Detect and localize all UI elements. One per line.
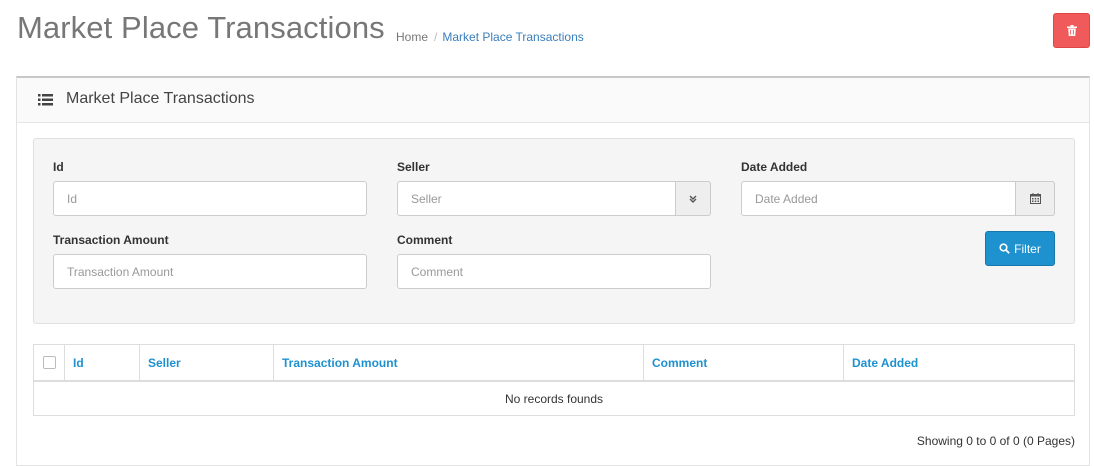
select-all-checkbox[interactable] (42, 356, 56, 369)
breadcrumb-home-link[interactable]: Home (396, 30, 428, 44)
date-added-placeholder: Date Added (755, 191, 818, 206)
comment-label: Comment (397, 233, 453, 247)
breadcrumb-separator: / (434, 30, 438, 44)
calendar-button[interactable] (1015, 181, 1055, 216)
transactions-panel: Market Place Transactions Id Id Seller S… (16, 76, 1090, 466)
breadcrumb-current-link[interactable]: Market Place Transactions (442, 30, 583, 44)
table-header: Id Seller Transaction Amount Comment Dat… (34, 345, 1074, 382)
panel-title: Market Place Transactions (66, 90, 255, 107)
filter-button[interactable]: Filter (985, 231, 1055, 266)
select-all-cell (34, 345, 65, 380)
trash-icon (1066, 25, 1077, 36)
seller-dropdown-toggle[interactable] (675, 181, 711, 216)
date-added-label: Date Added (741, 160, 808, 174)
search-icon (999, 243, 1010, 254)
transactions-table: Id Seller Transaction Amount Comment Dat… (33, 344, 1075, 416)
calendar-icon (1029, 193, 1041, 204)
page-header: Market Place Transactions Home / Market Pl… (0, 0, 1094, 76)
comment-input[interactable]: Comment (397, 254, 711, 289)
column-header-comment[interactable]: Comment (644, 345, 844, 380)
column-header-seller[interactable]: Seller (140, 345, 274, 380)
delete-button[interactable] (1053, 13, 1090, 48)
list-icon (38, 94, 53, 106)
date-added-input[interactable]: Date Added (741, 181, 1055, 216)
column-header-date-added[interactable]: Date Added (844, 345, 1074, 380)
breadcrumb: Home / Market Place Transactions (396, 30, 584, 44)
filter-button-label: Filter (1014, 241, 1041, 256)
transaction-amount-input[interactable]: Transaction Amount (53, 254, 367, 289)
id-placeholder: Id (67, 191, 78, 206)
chevron-double-down-icon (689, 195, 697, 203)
id-input[interactable]: Id (53, 181, 367, 216)
transaction-amount-placeholder: Transaction Amount (67, 264, 174, 279)
column-header-id[interactable]: Id (65, 345, 140, 380)
comment-placeholder: Comment (411, 264, 464, 279)
filter-section: Id Id Seller Seller Date Added Date Adde… (33, 138, 1075, 324)
pagination-info: Showing 0 to 0 of 0 (0 Pages) (916, 434, 1075, 448)
panel-heading: Market Place Transactions (17, 78, 1089, 123)
empty-table-message: No records founds (504, 391, 604, 406)
seller-label: Seller (397, 160, 430, 174)
column-header-transaction-amount[interactable]: Transaction Amount (274, 345, 644, 380)
id-label: Id (53, 160, 64, 174)
seller-placeholder: Seller (411, 191, 442, 206)
seller-select[interactable]: Seller (397, 181, 711, 216)
transaction-amount-label: Transaction Amount (53, 233, 169, 247)
page-title: Market Place Transactions (17, 10, 385, 45)
